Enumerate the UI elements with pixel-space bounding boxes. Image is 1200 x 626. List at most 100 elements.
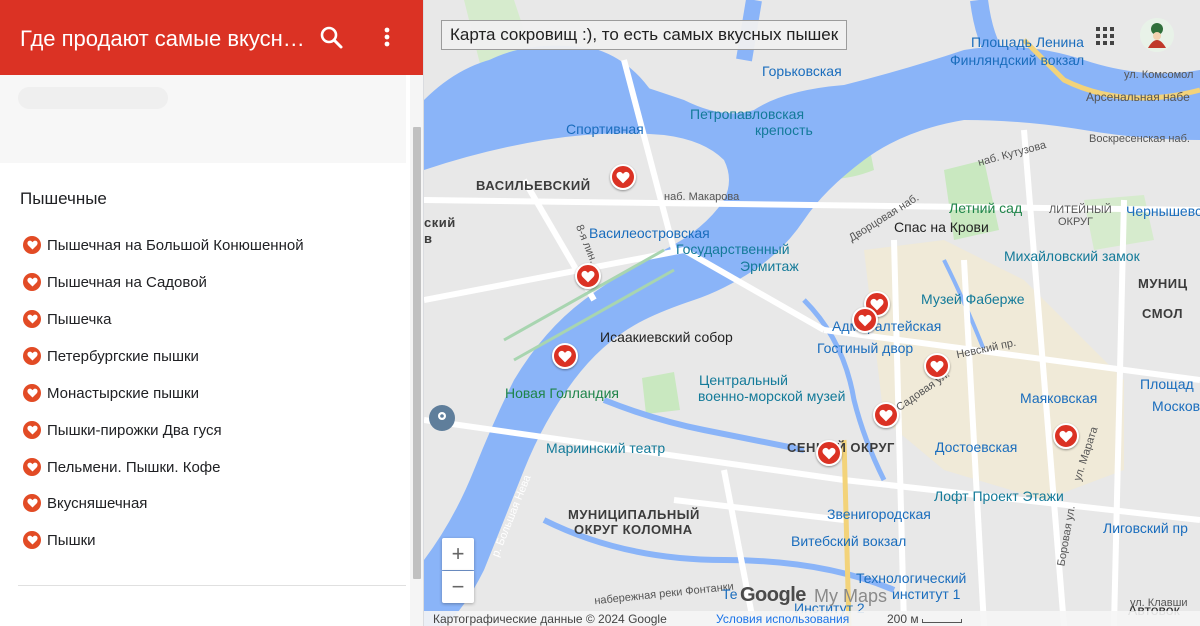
metro-label: Горьковская [762, 63, 842, 79]
apps-button[interactable] [1095, 26, 1115, 46]
metro-label: Спортивная [566, 121, 644, 137]
metro-label: Василеостровская [589, 225, 710, 241]
heart-marker[interactable] [610, 164, 636, 190]
scale-label: 200 м [887, 612, 919, 626]
metro-label: Витебский вокзал [791, 533, 907, 549]
district-label: МУНИЦ [1138, 276, 1188, 291]
poi-label: Лофт Проект Этажи [934, 488, 1064, 504]
heart-icon [822, 447, 836, 459]
district-label: ОКРУГ КОЛОМНА [574, 522, 693, 537]
poi-list-item[interactable]: Монастырские пышки [0, 376, 406, 410]
street-label: Арсенальная набе [1086, 90, 1190, 104]
heart-icon [930, 360, 944, 372]
poi-label: военно-морской музей [698, 388, 846, 404]
heart-marker[interactable] [1053, 423, 1079, 449]
map-footer: Картографические данные © 2024 Google Ус… [424, 611, 1200, 626]
metro-label: Звенигородская [827, 506, 931, 522]
heart-marker[interactable] [575, 263, 601, 289]
map-title[interactable]: Где продают самые вкусные пышки [20, 26, 310, 52]
metro-label: Финляндский вокзал [950, 52, 1085, 68]
poi-label: Пышки [47, 531, 96, 549]
zoom-out-button[interactable]: − [442, 571, 474, 603]
poi-list-item[interactable]: Пышки [0, 523, 406, 557]
heart-icon [581, 270, 595, 282]
poi-list-item[interactable]: Пышечная на Садовой [0, 265, 406, 299]
zoom-in-button[interactable]: + [442, 538, 474, 570]
district-label: ский [424, 215, 456, 230]
poi-label: Спас на Крови [894, 219, 989, 235]
park-label: Новая Голландия [505, 385, 619, 401]
heart-marker-icon [23, 273, 41, 291]
map-canvas[interactable]: Карта сокровищ :), то есть самых вкусных… [424, 0, 1200, 626]
poi-label: Михайловский замок [1004, 248, 1140, 264]
terms-link[interactable]: Условия использования [716, 612, 849, 626]
map-pin-icon [438, 412, 446, 420]
heart-marker[interactable] [873, 402, 899, 428]
poi-label: Вкусняшечная [47, 494, 148, 512]
heart-icon [879, 409, 893, 421]
heart-marker-icon [23, 310, 41, 328]
more-options-button[interactable] [372, 22, 402, 54]
poi-label: Исаакиевский собор [600, 329, 733, 345]
metro-label: Те [722, 586, 738, 602]
poi-label: Пышечка [47, 310, 112, 328]
poi-label: Монастырские пышки [47, 384, 199, 402]
google-logo: Google [740, 584, 806, 606]
park-label: Летний сад [949, 200, 1023, 216]
heart-icon [558, 350, 572, 362]
search-icon [320, 26, 343, 49]
map-label: ВАСИЛЬЕВСКИЙ [476, 178, 591, 193]
heart-icon [858, 314, 872, 326]
street-label: Воскресенская наб. [1089, 133, 1190, 145]
heart-marker-icon [23, 384, 41, 402]
poi-label: Пельмени. Пышки. Кофе [47, 458, 221, 476]
street-label: ул. Комсомол [1124, 69, 1194, 81]
user-avatar[interactable] [1140, 18, 1174, 52]
street-label: ул. Клавши [1130, 597, 1188, 609]
district-label: МУНИЦИПАЛЬНЫЙ [568, 507, 700, 522]
apps-grid-icon [1096, 27, 1114, 45]
metro-label: Маяковская [1020, 390, 1098, 406]
metro-label: институт 1 [892, 586, 961, 602]
poi-label: Петербургские пышки [47, 347, 199, 365]
poi-list-item[interactable]: Пельмени. Пышки. Кофе [0, 450, 406, 484]
location-marker[interactable] [429, 405, 455, 431]
scale-bar [922, 619, 962, 623]
poi-list-item[interactable]: Петербургские пышки [0, 339, 406, 373]
poi-label: Мариинский театр [546, 440, 666, 456]
poi-label: Пышечная на Садовой [47, 273, 207, 291]
district-label: в [424, 231, 433, 246]
metro-label: Чернышевская [1126, 203, 1200, 219]
metro-label: Лиговский пр [1103, 520, 1188, 536]
heart-marker-icon [23, 494, 41, 512]
heart-marker[interactable] [816, 440, 842, 466]
heart-marker-icon [23, 236, 41, 254]
map-description [0, 75, 406, 163]
poi-label: Государственный [676, 241, 790, 257]
sidebar-scrollbar-thumb[interactable] [413, 127, 421, 579]
heart-marker[interactable] [552, 343, 578, 369]
poi-label: Центральный [699, 372, 788, 388]
layer-title[interactable]: Пышечные [20, 189, 107, 209]
heart-marker[interactable] [852, 307, 878, 333]
map-title-overlay: Карта сокровищ :), то есть самых вкусных… [441, 20, 848, 50]
divider [18, 585, 406, 586]
heart-marker[interactable] [924, 353, 950, 379]
poi-list-item[interactable]: Пышечка [0, 302, 406, 336]
poi-list-item[interactable]: Пышки-пирожки Два гуся [0, 413, 406, 447]
metro-label: Площад [1140, 376, 1194, 392]
poi-label: Эрмитаж [740, 258, 799, 274]
metro-label: Москов [1152, 398, 1200, 414]
poi-label: Петропавловская [690, 106, 805, 122]
poi-list-item[interactable]: Вкусняшечная [0, 486, 406, 520]
district-label: ОКРУГ [1058, 216, 1094, 228]
poi-label: Музей Фаберже [921, 291, 1025, 307]
poi-label: Пышки-пирожки Два гуся [47, 421, 222, 439]
heart-marker-icon [23, 531, 41, 549]
metro-label: Гостиный двор [817, 340, 914, 356]
heart-marker-icon [23, 458, 41, 476]
district-label: СМОЛ [1142, 306, 1183, 321]
poi-list-item[interactable]: Пышечная на Большой Конюшенной [0, 228, 406, 262]
metro-label: Достоевская [935, 439, 1018, 455]
search-button[interactable] [316, 22, 348, 54]
